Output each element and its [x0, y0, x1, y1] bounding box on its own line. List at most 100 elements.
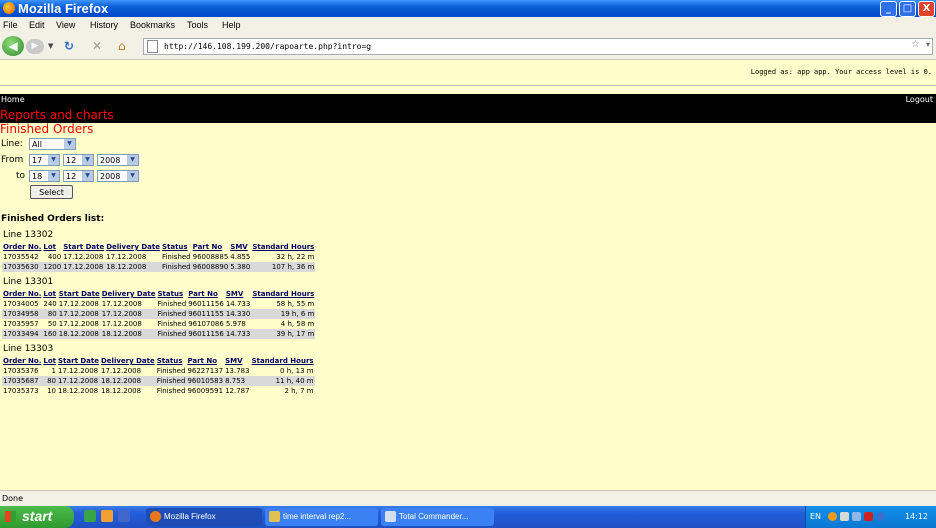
column-header[interactable]: Delivery Date: [100, 356, 156, 366]
task-time-interval[interactable]: time interval rep2...: [265, 508, 378, 526]
desktop-icon[interactable]: [84, 510, 96, 522]
column-header[interactable]: Lot: [42, 289, 57, 299]
group-title-line-13303: Line 13303: [3, 344, 54, 354]
logout-link[interactable]: Logout: [906, 95, 933, 104]
network-icon[interactable]: [852, 512, 861, 521]
column-header[interactable]: Status: [156, 356, 187, 366]
task-total-commander[interactable]: Total Commander...: [381, 508, 494, 526]
table-cell: 14.733: [225, 300, 251, 308]
column-header[interactable]: Start Date: [62, 242, 105, 252]
column-header[interactable]: SMV: [225, 289, 252, 299]
from-year-select[interactable]: 2008 ▼: [97, 154, 139, 166]
to-day-select[interactable]: 18 ▼: [29, 170, 60, 182]
menu-tools[interactable]: Tools: [187, 20, 208, 30]
tray-icon[interactable]: [876, 512, 885, 521]
table-cell: 0 h, 13 m: [280, 367, 314, 375]
from-month-select[interactable]: 12 ▼: [63, 154, 94, 166]
navigation-toolbar: ◀ ▶ ▼ ↻ ✕ ⌂ ☆ ▾: [0, 33, 936, 60]
task-label: Total Commander...: [399, 512, 469, 521]
table-row: 17035687 80 17.12.2008 18.12.2008 Finished 96…: [2, 376, 315, 386]
to-day-value: 18: [32, 172, 43, 181]
column-header[interactable]: Start Date: [58, 289, 101, 299]
start-label: start: [22, 508, 53, 524]
history-dropdown-icon[interactable]: ▼: [48, 42, 53, 50]
column-header[interactable]: Status: [157, 289, 188, 299]
column-header[interactable]: SMV: [224, 356, 251, 366]
site-header-bar: [0, 94, 936, 123]
language-indicator[interactable]: EN: [810, 512, 821, 521]
column-header[interactable]: Order No.: [2, 242, 42, 252]
menu-edit[interactable]: Edit: [29, 20, 45, 30]
column-header[interactable]: Standard Hours: [251, 356, 315, 366]
menu-file[interactable]: File: [3, 20, 18, 30]
table-cell: 1: [51, 367, 57, 375]
taskbar: start Mozilla Firefox time interval rep2…: [0, 506, 936, 528]
table-cell: 17.12.2008: [58, 320, 99, 328]
maximize-button[interactable]: □: [899, 1, 916, 17]
to-month-select[interactable]: 12 ▼: [63, 170, 94, 182]
table-cell: 1200: [42, 262, 63, 272]
back-icon[interactable]: ◀: [2, 36, 24, 56]
table-cell: 13.783: [225, 367, 250, 375]
column-header[interactable]: Part No: [186, 356, 224, 366]
column-header[interactable]: Standard Hours: [251, 242, 315, 252]
to-year-value: 2008: [100, 172, 121, 181]
chevron-down-icon: ▼: [47, 155, 59, 165]
column-header[interactable]: Delivery Date: [101, 289, 157, 299]
status-text: Done: [2, 494, 24, 503]
table-cell: 96107086: [188, 320, 224, 328]
address-bar[interactable]: ☆ ▾: [143, 38, 933, 55]
column-header[interactable]: Part No: [187, 289, 225, 299]
app-icon[interactable]: [101, 510, 113, 522]
column-header[interactable]: Standard Hours: [251, 289, 315, 299]
window-title-bar[interactable]: Mozilla Firefox _ □ X: [0, 0, 936, 17]
bookmark-star-icon[interactable]: ☆: [911, 39, 920, 50]
line-select[interactable]: All ▼: [29, 138, 76, 150]
table-header-row: Order No. Lot Start Date Delivery Date Statu…: [2, 356, 315, 366]
close-button[interactable]: X: [918, 1, 935, 17]
column-header[interactable]: Delivery Date: [105, 242, 161, 252]
table-cell: Finished: [161, 253, 191, 261]
antivirus-icon[interactable]: [864, 512, 873, 521]
column-header[interactable]: Order No.: [2, 356, 42, 366]
home-icon[interactable]: ⌂: [118, 39, 126, 53]
column-header[interactable]: Status: [161, 242, 192, 252]
menu-history[interactable]: History: [90, 20, 118, 30]
tray-icon[interactable]: [840, 512, 849, 521]
column-header[interactable]: SMV: [229, 242, 251, 252]
table-cell: 96227137: [187, 367, 224, 375]
menu-help[interactable]: Help: [222, 20, 241, 30]
table-row: 17034958 80 17.12.2008 17.12.2008 Finished 96…: [2, 309, 316, 319]
column-header[interactable]: Start Date: [57, 356, 100, 366]
minimize-button[interactable]: _: [880, 1, 897, 17]
folder-icon[interactable]: [118, 510, 130, 522]
table-cell: 18.12.2008: [57, 329, 101, 339]
task-firefox[interactable]: Mozilla Firefox: [146, 508, 262, 526]
to-year-select[interactable]: 2008 ▼: [97, 170, 139, 182]
home-link[interactable]: Home: [1, 95, 25, 104]
select-button[interactable]: Select: [30, 185, 73, 199]
column-header[interactable]: Lot: [42, 356, 57, 366]
firefox-icon: [150, 511, 161, 522]
reload-icon[interactable]: ↻: [64, 39, 74, 53]
from-day-select[interactable]: 17 ▼: [29, 154, 60, 166]
tray-icon[interactable]: [828, 512, 837, 521]
page-title: Finished Orders: [0, 122, 94, 136]
table-cell: Finished: [157, 320, 187, 328]
table-cell: 17035687: [2, 376, 43, 386]
system-tray: EN 14:12: [805, 506, 936, 528]
table-cell: Finished: [157, 300, 187, 308]
table-cell: 17.12.2008: [57, 376, 100, 386]
menu-bookmarks[interactable]: Bookmarks: [130, 20, 175, 30]
url-dropdown-icon[interactable]: ▾: [926, 40, 930, 49]
chevron-down-icon: ▼: [126, 155, 138, 165]
stop-icon[interactable]: ✕: [92, 39, 102, 53]
column-header[interactable]: Order No.: [2, 289, 42, 299]
column-header[interactable]: Part No: [192, 242, 230, 252]
start-button[interactable]: start: [0, 506, 74, 528]
menu-view[interactable]: View: [56, 20, 75, 30]
column-header[interactable]: Lot: [42, 242, 62, 252]
forward-icon[interactable]: ▶: [26, 39, 44, 54]
table-cell: 39 h, 17 m: [251, 329, 316, 339]
url-input[interactable]: [164, 40, 884, 52]
